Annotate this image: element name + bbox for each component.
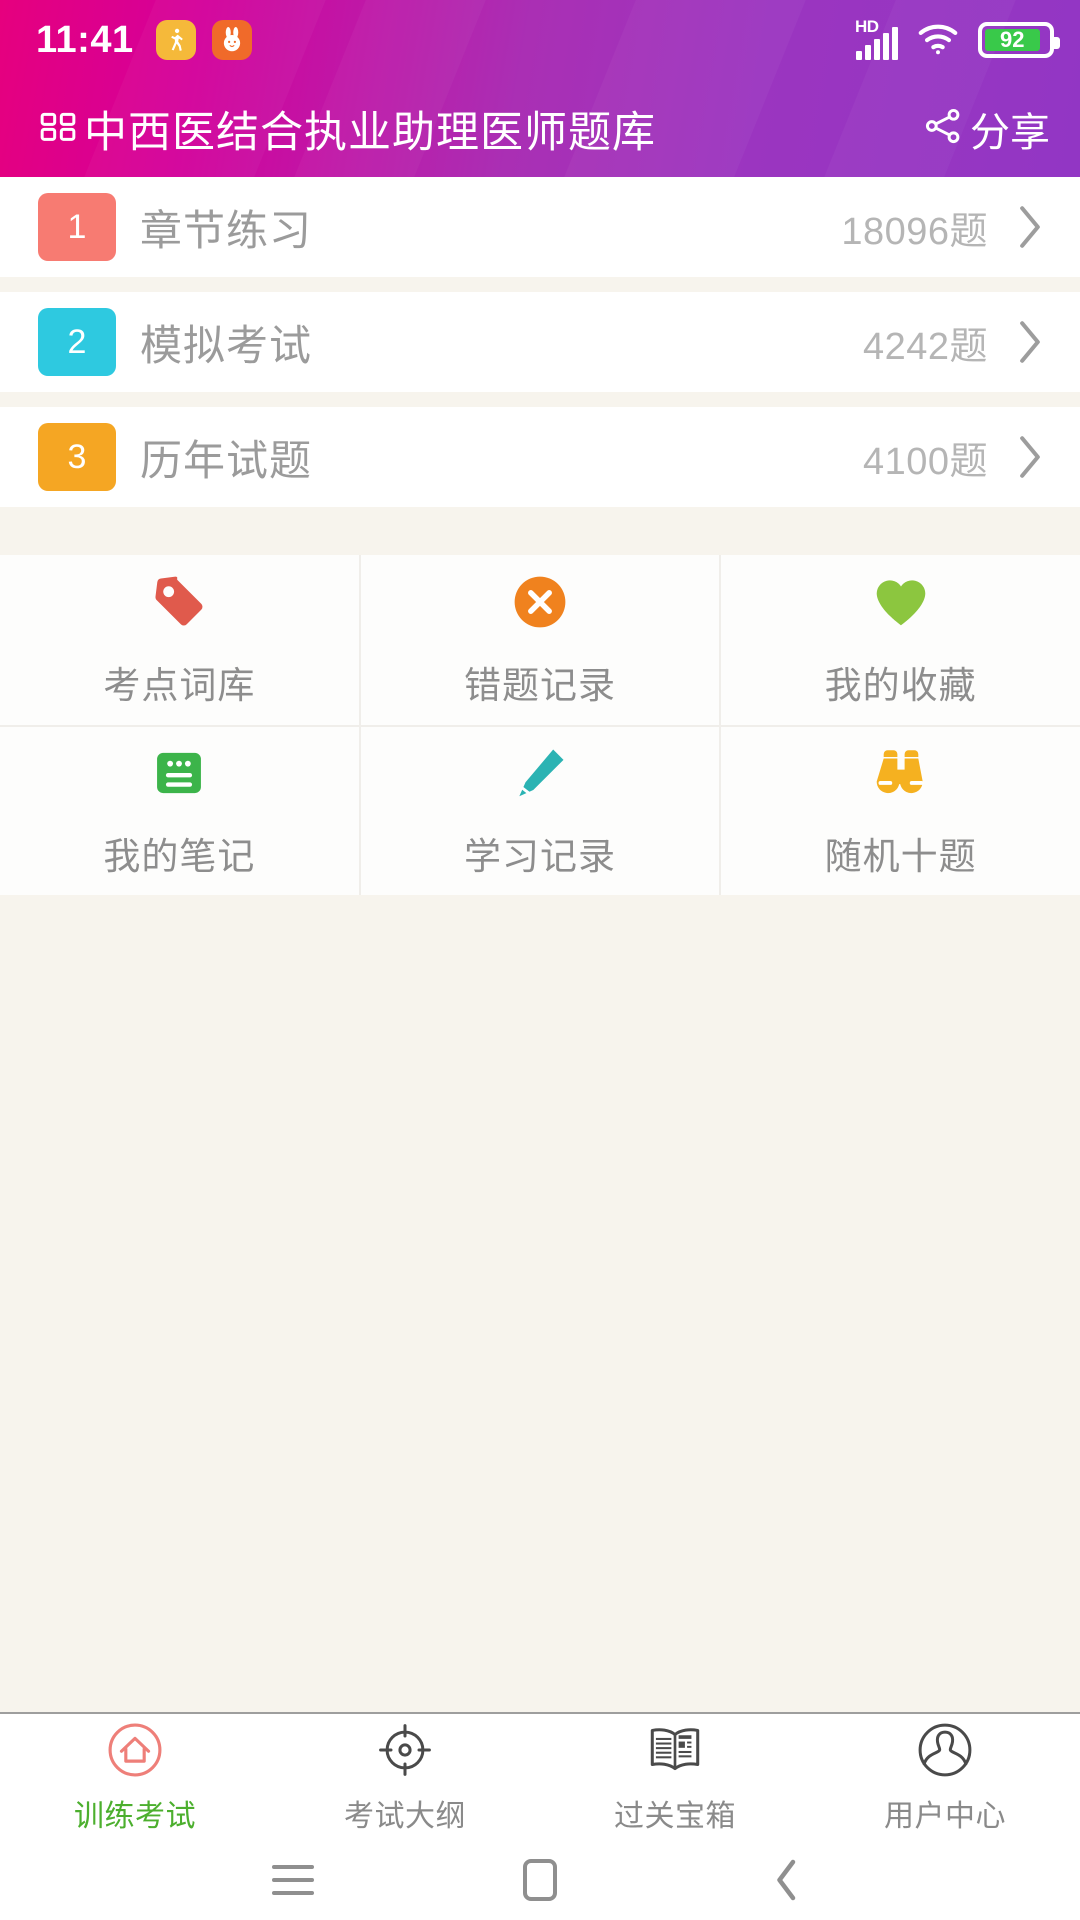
status-bar-system-icons: HD 92 [855, 17, 1060, 61]
menu-row-label: 模拟考试 [140, 321, 313, 369]
main-menu-list: 1 章节练习 18096题 2 模拟考试 4242题 3 历年试题 4100题 [0, 177, 1080, 507]
battery-percent-label: 92 [985, 27, 1040, 52]
row-number-badge: 2 [38, 308, 116, 376]
feature-cell-label: 学习记录 [464, 836, 616, 877]
tab-label: 考试大纲 [344, 1800, 466, 1833]
menu-row-label: 章节练习 [140, 206, 313, 254]
hd-label: HD [855, 17, 879, 36]
feature-grid: 考点词库 错题记录 我的收藏 我的笔记 学习记录 随机十题 [0, 555, 1080, 895]
section-spacer [0, 507, 1080, 555]
user-circle-icon [916, 1719, 974, 1781]
feature-cell-study-log[interactable]: 学习记录 [358, 727, 720, 895]
menu-row-mock-exam[interactable]: 2 模拟考试 4242题 [0, 292, 1080, 392]
feature-cell-label: 我的笔记 [103, 836, 256, 877]
android-system-nav [0, 1840, 1080, 1920]
list-divider [0, 277, 1080, 292]
heart-icon [870, 571, 932, 633]
tab-label: 用户中心 [884, 1800, 1006, 1833]
price-tag-icon [148, 571, 210, 633]
share-button[interactable]: 分享 [922, 100, 1050, 158]
feature-cell-wrong-answers[interactable]: 错题记录 [358, 555, 720, 725]
note-icon [151, 742, 207, 804]
menu-row-count: 4100题 [862, 440, 988, 483]
feature-grid-row: 我的笔记 学习记录 随机十题 [0, 725, 1080, 895]
menu-row-label: 历年试题 [140, 436, 313, 484]
status-bar-notification-icons [155, 20, 252, 60]
target-crosshair-icon [376, 1719, 434, 1781]
share-label: 分享 [970, 110, 1050, 155]
feature-cell-keyword-bank[interactable]: 考点词库 [0, 555, 359, 725]
empty-content-area [0, 895, 1080, 1712]
home-square-icon[interactable] [495, 1840, 585, 1920]
tab-user-center[interactable]: 用户中心 [810, 1714, 1080, 1840]
grid-menu-icon[interactable] [38, 106, 78, 151]
page-title: 中西医结合执业助理医师题库 [84, 108, 656, 157]
feature-cell-label: 考点词库 [103, 665, 256, 706]
feature-cell-label: 我的收藏 [824, 665, 977, 706]
tab-exam-outline[interactable]: 考试大纲 [270, 1714, 540, 1840]
rabbit-app-icon [211, 20, 252, 60]
menu-row-past-papers[interactable]: 3 历年试题 4100题 [0, 407, 1080, 507]
feature-cell-favorites[interactable]: 我的收藏 [719, 555, 1080, 725]
app-root: 11:41 HD 92 中西医结合执业助理医师题库 分享 1 章节练习 1809… [0, 0, 1080, 1920]
feature-grid-row: 考点词库 错题记录 我的收藏 [0, 555, 1080, 725]
home-circle-icon [106, 1719, 164, 1781]
tab-training-exam[interactable]: 训练考试 [0, 1714, 270, 1840]
chevron-right-icon [1014, 432, 1046, 482]
menu-row-count: 18096题 [841, 210, 988, 253]
chevron-right-icon [1014, 202, 1046, 252]
app-header: 中西医结合执业助理医师题库 分享 [0, 80, 1080, 177]
binoculars-icon [870, 742, 932, 804]
wifi-icon [916, 20, 960, 61]
feature-cell-label: 错题记录 [464, 665, 616, 706]
status-bar: 11:41 HD 92 [0, 0, 1080, 80]
battery-icon: 92 [978, 22, 1060, 58]
newspaper-icon [646, 1719, 704, 1781]
menu-row-count: 4242题 [862, 325, 988, 368]
feature-cell-label: 随机十题 [824, 836, 977, 877]
signal-bars-icon: HD [855, 17, 898, 60]
tab-label: 过关宝箱 [614, 1800, 736, 1833]
header-left: 中西医结合执业助理医师题库 [38, 98, 656, 160]
list-divider [0, 392, 1080, 407]
row-number-badge: 1 [38, 193, 116, 261]
tab-label: 训练考试 [74, 1800, 196, 1833]
menu-recents-icon[interactable] [248, 1840, 338, 1920]
bottom-tab-bar: 训练考试 考试大纲 过关宝箱 用户中心 [0, 1712, 1080, 1840]
tab-pass-treasure-box[interactable]: 过关宝箱 [540, 1714, 810, 1840]
feature-cell-random-ten[interactable]: 随机十题 [719, 727, 1080, 895]
row-number-badge: 3 [38, 423, 116, 491]
error-circle-x-icon [511, 571, 569, 633]
share-icon [922, 105, 964, 152]
feature-cell-my-notes[interactable]: 我的笔记 [0, 727, 359, 895]
status-bar-clock: 11:41 [36, 19, 134, 61]
chevron-right-icon [1014, 317, 1046, 367]
back-chevron-icon[interactable] [742, 1840, 832, 1920]
pencil-icon [509, 742, 571, 804]
pedestrian-icon [155, 20, 196, 60]
menu-row-chapter-practice[interactable]: 1 章节练习 18096题 [0, 177, 1080, 277]
